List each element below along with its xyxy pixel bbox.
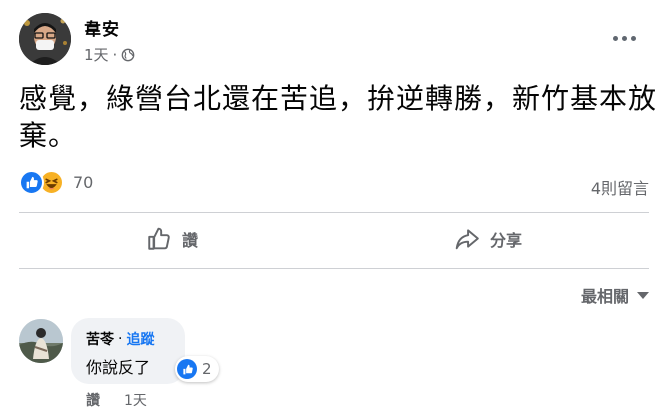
like-reaction-icon bbox=[177, 359, 197, 379]
globe-icon[interactable] bbox=[121, 48, 135, 62]
author-name[interactable]: 韋安 bbox=[84, 15, 120, 40]
post-meta: 1天 · bbox=[84, 44, 135, 65]
commenter-name[interactable]: 苦苓 bbox=[86, 329, 114, 349]
caret-down-icon bbox=[637, 291, 649, 299]
commenter-avatar[interactable] bbox=[19, 319, 63, 363]
comment-actions: 讚 1天 bbox=[86, 390, 147, 410]
share-arrow-icon bbox=[455, 229, 479, 250]
thumbs-up-icon bbox=[148, 227, 170, 250]
comment-text: 你說反了 bbox=[86, 358, 151, 377]
dot-icon bbox=[612, 35, 618, 41]
dot-icon bbox=[630, 35, 636, 41]
meta-separator: · bbox=[112, 45, 118, 64]
reaction-summary[interactable]: 70 bbox=[19, 170, 93, 195]
comment-timestamp[interactable]: 1天 bbox=[124, 390, 147, 410]
comment-sort-dropdown[interactable]: 最相關 bbox=[581, 283, 649, 307]
like-button[interactable]: 讚 bbox=[146, 226, 198, 252]
comment-separator: · bbox=[118, 331, 123, 347]
facebook-post: 韋安 1天 · 感覺，綠營台北還在苦追，拚逆轉勝，新竹基本放棄。 70 4則留言 bbox=[0, 0, 671, 416]
sort-label: 最相關 bbox=[580, 287, 629, 306]
share-button-label: 分享 bbox=[490, 231, 523, 250]
post-text: 感覺，綠營台北還在苦追，拚逆轉勝，新竹基本放棄。 bbox=[19, 82, 658, 152]
author-avatar[interactable] bbox=[19, 13, 71, 65]
dot-icon bbox=[621, 35, 627, 41]
follow-button[interactable]: 追蹤 bbox=[126, 329, 154, 349]
comment-like-button[interactable]: 讚 bbox=[86, 390, 100, 410]
reaction-count: 70 bbox=[73, 173, 94, 192]
comment-count-link[interactable]: 4則留言 bbox=[591, 175, 649, 199]
divider bbox=[19, 268, 649, 269]
like-button-label: 讚 bbox=[182, 231, 199, 250]
more-options-button[interactable] bbox=[607, 26, 641, 50]
like-reaction-icon bbox=[19, 170, 44, 195]
comment-reaction-badge[interactable]: 2 bbox=[175, 356, 219, 382]
comment-header: 苦苓 · 追蹤 bbox=[86, 329, 154, 349]
comment-reaction-count: 2 bbox=[202, 360, 212, 378]
post-timestamp[interactable]: 1天 bbox=[84, 44, 109, 65]
share-button[interactable]: 分享 bbox=[454, 226, 522, 252]
divider bbox=[19, 212, 649, 213]
